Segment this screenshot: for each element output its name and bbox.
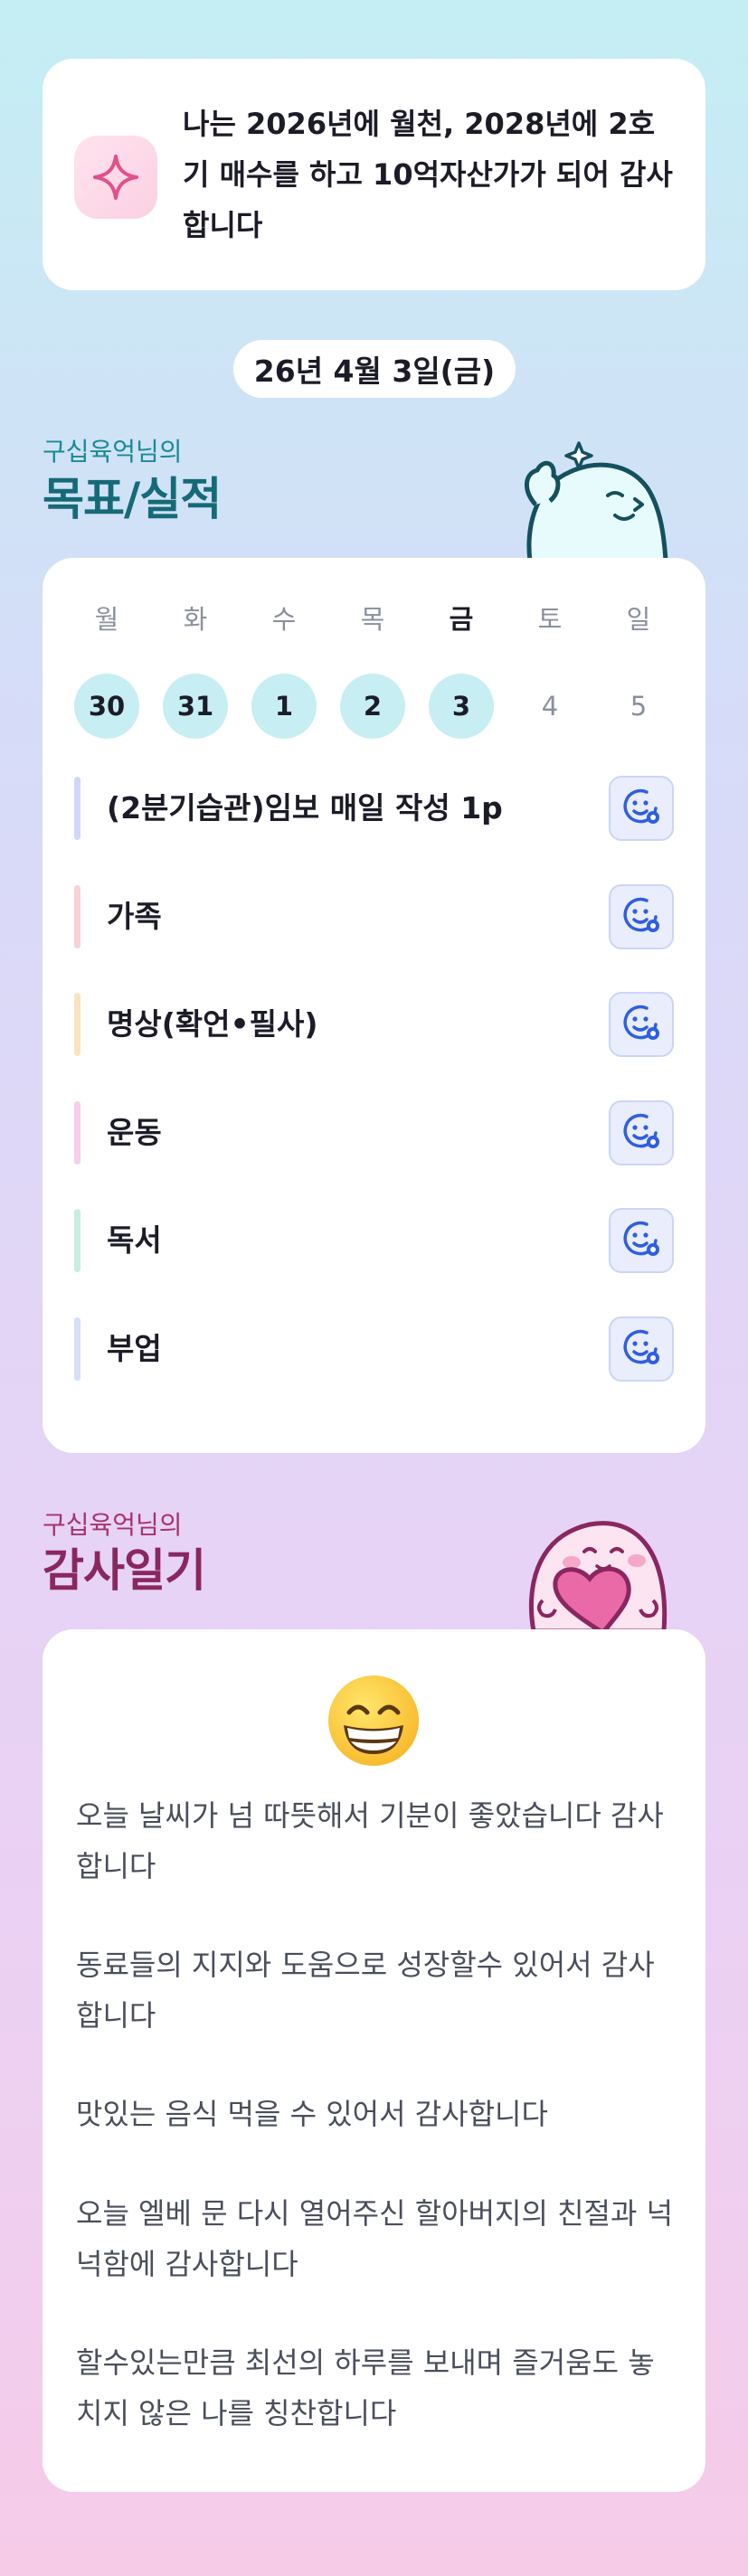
- goal-color-bar: [74, 1209, 80, 1272]
- day-number[interactable]: 3: [429, 674, 494, 739]
- goal-row[interactable]: 운동: [74, 1098, 674, 1168]
- goal-color-bar: [74, 777, 80, 840]
- week-calendar: 월 30 화 31 수 1 목 2 금 3 토 4 일 5: [43, 601, 705, 739]
- date-label[interactable]: 26년 4월 3일(금): [233, 340, 516, 398]
- day-number[interactable]: 30: [74, 674, 139, 739]
- sparkle-icon: [74, 136, 157, 219]
- day-name: 목: [360, 604, 385, 635]
- smile-add-icon: [620, 785, 663, 832]
- goal-label: 부업: [107, 1330, 162, 1366]
- goal-label: 명상(확언•필사): [107, 1006, 318, 1042]
- day-name: 수: [271, 604, 297, 635]
- smile-add-icon: [620, 1109, 663, 1156]
- smile-add-icon: [620, 1326, 663, 1373]
- affirmation-text: 나는 2026년에 월천, 2028년에 2호기 매수를 하고 10억자산가가 …: [183, 107, 673, 242]
- goal-row[interactable]: 독서: [74, 1205, 674, 1276]
- add-mood-button[interactable]: [609, 1208, 674, 1273]
- goal-row[interactable]: 명상(확언•필사): [74, 989, 674, 1060]
- add-mood-button[interactable]: [609, 992, 674, 1057]
- mascot-ghost-thumbsup-icon: [514, 425, 677, 563]
- add-mood-button[interactable]: [609, 883, 674, 949]
- gratitude-entry: 할수있는만큼 최선의 하루를 보내며 즐거움도 놓치지 않은 나를 칭찬합니다: [76, 2345, 655, 2430]
- add-mood-button[interactable]: [609, 1316, 674, 1382]
- day-number[interactable]: 31: [163, 674, 228, 739]
- day-column[interactable]: 월 30: [74, 601, 139, 739]
- goal-label: 운동: [107, 1114, 162, 1150]
- add-mood-button[interactable]: [609, 1099, 674, 1165]
- goal-label: 독서: [107, 1222, 162, 1258]
- smile-add-icon: [620, 1001, 663, 1048]
- day-column[interactable]: 금3: [429, 601, 494, 739]
- goal-label: (2분기습관)임보 매일 작성 1p: [107, 790, 503, 826]
- day-column[interactable]: 목2: [340, 601, 405, 739]
- goal-row[interactable]: 가족: [74, 882, 674, 952]
- day-name: 화: [183, 604, 208, 635]
- goals-card: 월 30 화 31 수 1 목 2 금 3 토 4 일 5 (2분기습관)임보 매일 작성 1p 가족 명상(…: [43, 558, 705, 1453]
- day-name: 일: [626, 604, 651, 635]
- goals-section-title: 목표/실적: [43, 473, 222, 525]
- day-number[interactable]: 5: [606, 674, 671, 739]
- gratitude-entry: 오늘 엘베 문 다시 열어주신 할아버지의 친절과 넉넉함에 감사합니다: [76, 2196, 674, 2281]
- goal-label: 가족: [107, 898, 162, 934]
- day-column[interactable]: 화 31: [163, 601, 228, 739]
- goal-color-bar: [74, 1316, 80, 1381]
- day-column[interactable]: 일5: [606, 601, 671, 739]
- gratitude-entry: 오늘 날씨가 넘 따뜻해서 기분이 좋았습니다 감사합니다: [76, 1798, 664, 1883]
- day-number[interactable]: 2: [340, 674, 405, 739]
- goal-color-bar: [74, 884, 80, 948]
- goal-row[interactable]: 부업: [74, 1314, 674, 1384]
- day-number[interactable]: 1: [251, 674, 317, 739]
- smile-add-icon: [620, 893, 663, 940]
- goal-color-bar: [74, 993, 80, 1056]
- add-mood-button[interactable]: [609, 776, 674, 841]
- day-column[interactable]: 수1: [251, 601, 317, 739]
- goal-row[interactable]: (2분기습관)임보 매일 작성 1p: [74, 773, 674, 844]
- day-name: 월: [94, 604, 119, 635]
- gratitude-entry: 동료들의 지지와 도움으로 성장할수 있어서 감사합니다: [76, 1948, 655, 2033]
- gratitude-entry: 맛있는 음식 먹을 수 있어서 감사합니다: [76, 2097, 548, 2131]
- day-column[interactable]: 토4: [517, 601, 582, 739]
- goal-color-bar: [74, 1100, 80, 1165]
- affirmation-card[interactable]: 나는 2026년에 월천, 2028년에 2호기 매수를 하고 10억자산가가 …: [43, 59, 705, 290]
- gratitude-section-title: 감사일기: [43, 1544, 206, 1597]
- grinning-face-icon[interactable]: [326, 1673, 421, 1769]
- day-number[interactable]: 4: [517, 674, 582, 739]
- gratitude-card: 오늘 날씨가 넘 따뜻해서 기분이 좋았습니다 감사합니다동료들의 지지와 도움…: [43, 1629, 705, 2492]
- day-name: 토: [537, 604, 563, 635]
- day-name: 금: [449, 604, 474, 635]
- smile-add-icon: [620, 1217, 663, 1264]
- mascot-heart-hug-icon: [517, 1501, 678, 1634]
